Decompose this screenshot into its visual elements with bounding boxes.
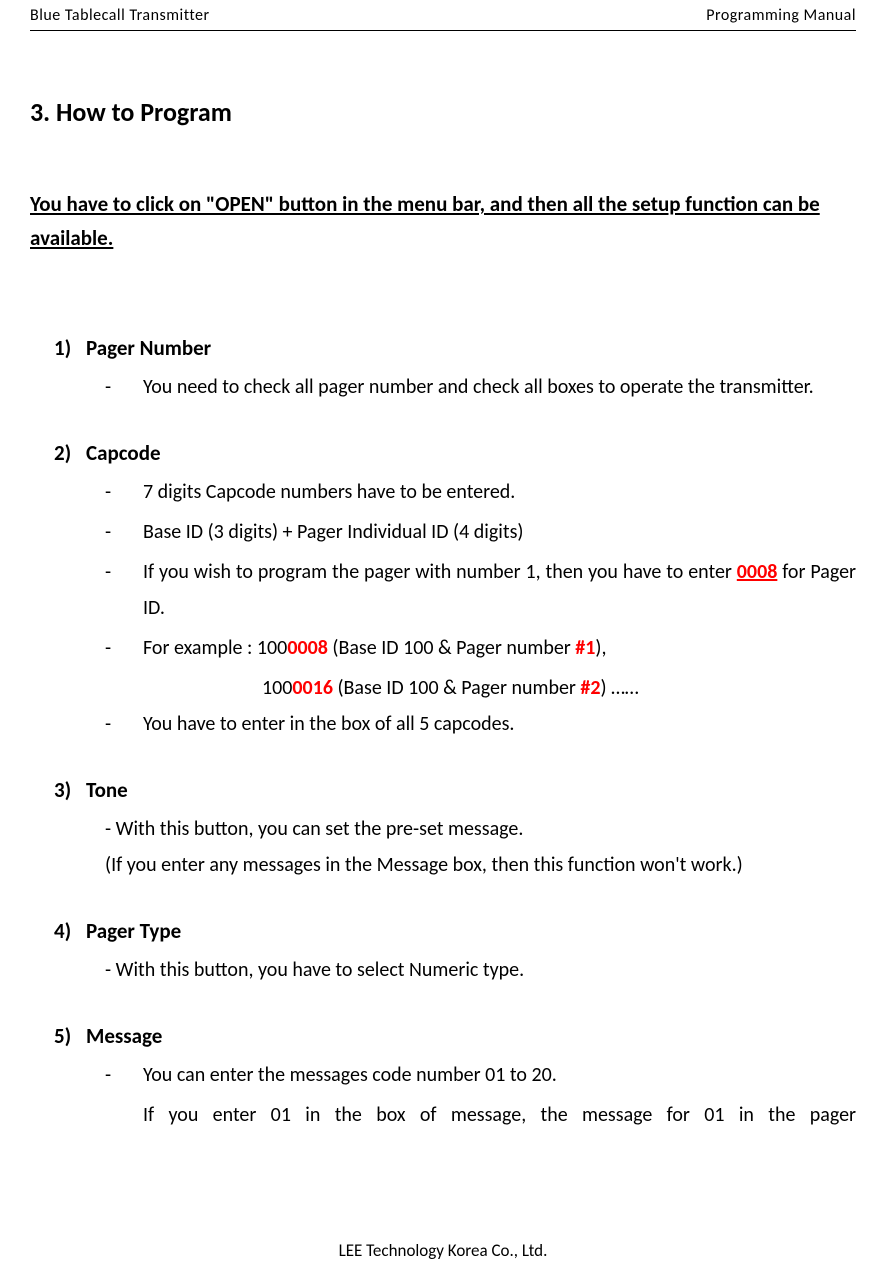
list-item: - For example : 1000008 (Base ID 100 & P… (105, 630, 856, 666)
capcode-value-red: 0016 (292, 676, 333, 700)
text-end: ), (595, 636, 606, 660)
intro-text: You have to click on "OPEN" button in th… (30, 188, 856, 255)
section-title: 4)Pager Type (54, 918, 856, 944)
section-line: (If you enter any messages in the Messag… (105, 847, 856, 883)
section-pager-type: 4)Pager Type - With this button, you hav… (30, 918, 856, 988)
bullet-text: For example : 1000008 (Base ID 100 & Pag… (143, 630, 856, 666)
text-pre: 100 (262, 676, 292, 700)
page-footer: LEE Technology Korea Co., Ltd. (0, 1240, 886, 1261)
section-heading: 3. How to Program (30, 96, 856, 128)
section-title: 1)Pager Number (54, 335, 856, 361)
pager-number-red: #1 (575, 636, 595, 660)
section-name: Pager Type (86, 918, 181, 944)
bullet-dash: - (105, 474, 143, 510)
example-line-2: 1000016 (Base ID 100 & Pager number #2) … (262, 670, 856, 706)
text-pre: For example : 100 (143, 636, 287, 660)
section-line: - With this button, you have to select N… (105, 952, 856, 988)
bullet-dash: - (105, 630, 143, 666)
text-mid: (Base ID 100 & Pager number (333, 676, 580, 700)
section-name: Message (86, 1023, 162, 1049)
bullet-dash: - (105, 369, 143, 405)
section-title: 2)Capcode (54, 440, 856, 466)
capcode-value-red: 0008 (287, 636, 328, 660)
section-number: 5) (54, 1023, 86, 1049)
list-item: - You have to enter in the box of all 5 … (105, 706, 856, 742)
page-header: Blue Tablecall Transmitter Programming M… (30, 0, 856, 31)
section-number: 2) (54, 440, 86, 466)
text-mid: (Base ID 100 & Pager number (328, 636, 575, 660)
text-end: ) …… (601, 676, 639, 700)
section-name: Capcode (86, 440, 161, 466)
header-left-text: Blue Tablecall Transmitter (30, 6, 210, 25)
bullet-text: You have to enter in the box of all 5 ca… (143, 706, 856, 742)
bullet-text: If you wish to program the pager with nu… (143, 554, 856, 626)
capcode-value-red: 0008 (737, 560, 778, 584)
section-name: Tone (86, 777, 128, 803)
message-continuation: If you enter 01 in the box of message, t… (143, 1097, 856, 1133)
bullet-dash: - (105, 514, 143, 550)
section-pager-number: 1)Pager Number - You need to check all p… (30, 335, 856, 405)
section-number: 1) (54, 335, 86, 361)
section-name: Pager Number (86, 335, 211, 361)
list-item: - You need to check all pager number and… (105, 369, 856, 405)
bullet-text: 7 digits Capcode numbers have to be ente… (143, 474, 856, 510)
bullet-dash: - (105, 706, 143, 742)
section-title: 5)Message (54, 1023, 856, 1049)
list-item: - 7 digits Capcode numbers have to be en… (105, 474, 856, 510)
pager-number-red: #2 (580, 676, 600, 700)
header-right-text: Programming Manual (706, 6, 856, 25)
bullet-dash: - (105, 554, 143, 626)
section-line: - With this button, you can set the pre-… (105, 811, 856, 847)
bullet-dash: - (105, 1057, 143, 1093)
section-tone: 3)Tone - With this button, you can set t… (30, 777, 856, 883)
list-item: - If you wish to program the pager with … (105, 554, 856, 626)
bullet-text: Base ID (3 digits) + Pager Individual ID… (143, 514, 856, 550)
list-item: - You can enter the messages code number… (105, 1057, 856, 1093)
section-number: 4) (54, 918, 86, 944)
section-title: 3)Tone (54, 777, 856, 803)
section-message: 5)Message - You can enter the messages c… (30, 1023, 856, 1133)
text-pre: If you wish to program the pager with nu… (143, 560, 737, 584)
section-number: 3) (54, 777, 86, 803)
list-item: - Base ID (3 digits) + Pager Individual … (105, 514, 856, 550)
bullet-text: You can enter the messages code number 0… (143, 1057, 856, 1093)
section-capcode: 2)Capcode - 7 digits Capcode numbers hav… (30, 440, 856, 742)
bullet-text: You need to check all pager number and c… (143, 369, 856, 405)
